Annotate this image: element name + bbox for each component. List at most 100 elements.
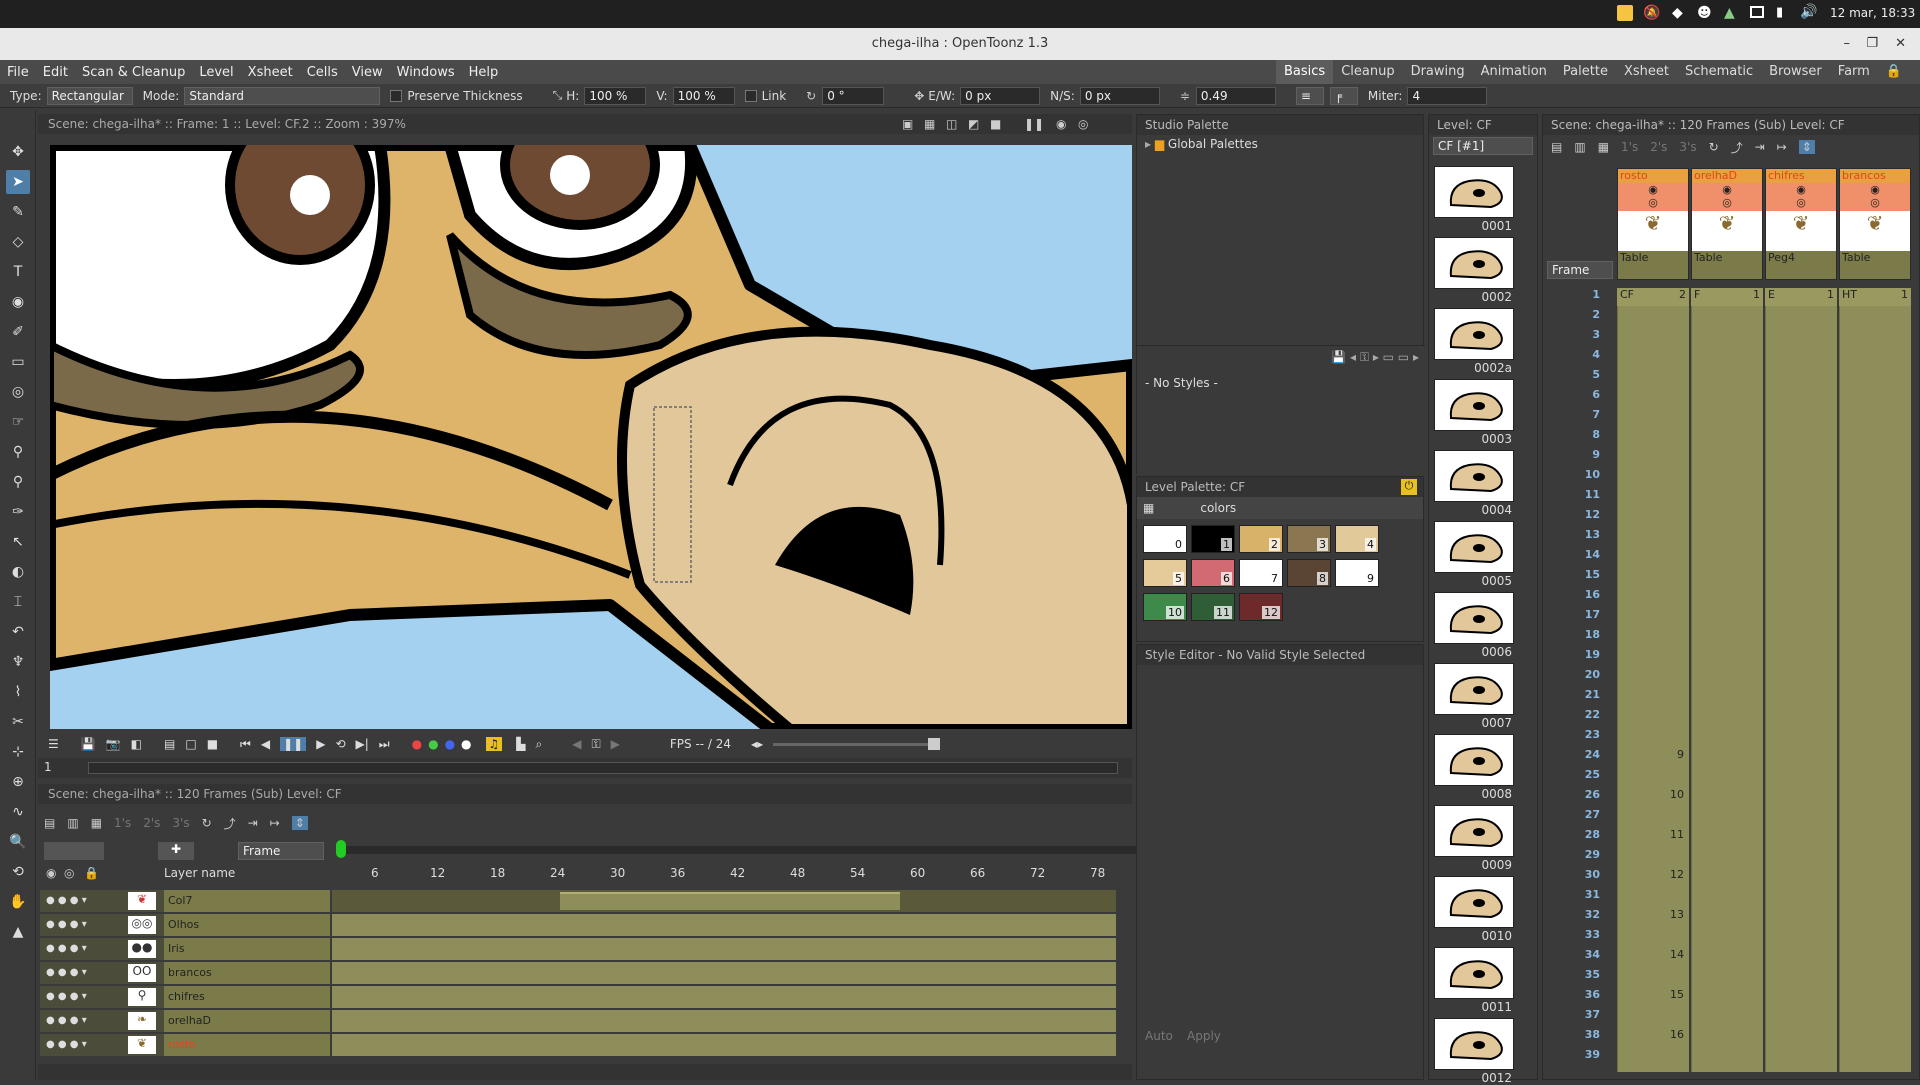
room-drawing[interactable]: Drawing (1403, 60, 1473, 84)
mode-dropdown[interactable]: Standard (184, 86, 381, 105)
layer-name[interactable]: Col7 (164, 890, 330, 912)
menu-xsheet[interactable]: Xsheet (241, 65, 300, 80)
magnet-tool-icon[interactable]: ⌶ (6, 590, 30, 614)
sub-camera-preview-icon[interactable]: ◎ (1078, 114, 1088, 134)
fill-tool-icon[interactable]: ◉ (6, 290, 30, 314)
camera-view-icon[interactable]: ■ (990, 114, 1001, 134)
xsheet-column-body[interactable] (1765, 306, 1837, 1072)
rotation-field[interactable]: 0 ° (822, 86, 885, 105)
h-scale-field[interactable]: 100 % (584, 86, 647, 105)
color-swatch[interactable]: 7 (1239, 559, 1283, 587)
join-style-dropdown[interactable]: ╒ (1329, 86, 1358, 105)
step-1-button[interactable]: 1's (1621, 140, 1638, 154)
layer-cells[interactable] (560, 892, 900, 910)
increment-icon[interactable]: ⇥ (1755, 140, 1765, 154)
iron-tool-icon[interactable]: ♆ (6, 650, 30, 674)
toggle-xsheet-timeline-icon[interactable]: ⇕ (1798, 140, 1815, 154)
frame-number[interactable]: 27 (1560, 808, 1600, 821)
layer-row[interactable]: ● ● ● ▾ OO brancos (40, 962, 1116, 984)
maximize-icon[interactable]: ❐ (1866, 28, 1878, 60)
layer-name[interactable]: brancos (164, 962, 330, 984)
menu-view[interactable]: View (345, 65, 390, 80)
animate-tool-icon[interactable]: ✥ (6, 140, 30, 164)
color-swatch[interactable]: 6 (1191, 559, 1235, 587)
grid-icon[interactable]: ▦ (1143, 501, 1154, 515)
room-cleanup[interactable]: Cleanup (1333, 60, 1402, 84)
level-frame-thumbnail[interactable] (1434, 450, 1514, 502)
color-swatch[interactable]: 11 (1191, 593, 1235, 621)
red-channel-icon[interactable]: ● (412, 737, 422, 751)
frame-number[interactable]: 23 (1560, 728, 1600, 741)
alpha-channel-icon[interactable]: ● (461, 737, 471, 751)
field-guide-icon[interactable]: ▦ (924, 114, 935, 134)
prev-frame-icon[interactable]: ◀ (261, 737, 270, 751)
step-1-button[interactable]: 1's (114, 816, 131, 830)
timeline-scrollbar[interactable] (38, 1064, 1132, 1080)
next-key-icon[interactable]: ▶ (611, 737, 620, 751)
layer-row[interactable]: ● ● ● ▾ ❦ rosto (40, 1034, 1116, 1056)
column-toggles[interactable]: ◉ ◎ (1692, 183, 1762, 211)
step-2-button[interactable]: 2's (143, 816, 160, 830)
level-frame-thumbnail[interactable] (1434, 308, 1514, 360)
xsheet-cell[interactable]: CF 2 (1617, 288, 1689, 306)
frame-number[interactable]: 34 (1560, 948, 1600, 961)
camera-stand-icon[interactable]: ◫ (946, 114, 957, 134)
camstand-toggle-all-icon[interactable]: ◎ (64, 866, 74, 880)
new-level-icon[interactable]: ▤ (1551, 140, 1562, 154)
color-swatch[interactable]: 12 (1239, 593, 1283, 621)
xsheet-cell[interactable]: E1 (1765, 288, 1837, 306)
frame-number[interactable]: 21 (1560, 688, 1600, 701)
column-toggles[interactable]: ◉ ◎ (1766, 183, 1836, 211)
frame-number[interactable]: 15 (1560, 568, 1600, 581)
step-2-button[interactable]: 2's (1650, 140, 1667, 154)
v-scale-field[interactable]: 100 % (672, 86, 735, 105)
xsheet-column-header[interactable]: chifres ◉ ◎ ❦ Peg4 (1765, 168, 1837, 280)
eraser-tool-icon[interactable]: ▭ (6, 350, 30, 374)
level-frame-thumbnail[interactable] (1434, 237, 1514, 289)
level-frame-thumbnail[interactable] (1434, 734, 1514, 786)
save-icon[interactable]: 💾 (81, 737, 96, 751)
frame-number[interactable]: 17 (1560, 608, 1600, 621)
next-frame-icon[interactable]: ▶| (356, 737, 369, 751)
reframe-icon[interactable]: ↻ (1709, 140, 1719, 154)
frame-number[interactable]: 38 (1560, 1028, 1600, 1041)
link-checkbox[interactable] (744, 89, 757, 102)
frame-number[interactable]: 6 (1560, 388, 1600, 401)
paint-brush-tool-icon[interactable]: ✐ (6, 320, 30, 344)
duplicate-icon[interactable]: ⤴ (224, 815, 236, 832)
thickness-field[interactable]: 0.49 (1195, 86, 1276, 105)
display-icon[interactable] (1750, 6, 1764, 18)
layer-track[interactable] (332, 1034, 1116, 1056)
hand-tool-icon[interactable]: ✋ (6, 890, 30, 914)
histogram-icon[interactable]: ▙ (516, 737, 525, 751)
drawing-canvas[interactable] (50, 145, 1132, 729)
new-vector-icon[interactable]: ▦ (91, 816, 102, 830)
xsheet-cell[interactable]: F1 (1691, 288, 1763, 306)
frame-number[interactable]: 14 (1560, 548, 1600, 561)
frame-number[interactable]: 8 (1560, 428, 1600, 441)
lock-icon[interactable]: 🔒 (1878, 60, 1910, 84)
layer-row[interactable]: ● ● ● ▾ ❧ orelhaD (40, 1010, 1116, 1032)
sound-icon[interactable]: ♫ (485, 737, 503, 751)
snapshot-icon[interactable]: 📷 (106, 737, 121, 751)
layer-name[interactable]: orelhaD (164, 1010, 330, 1032)
column-peg[interactable]: Table (1692, 251, 1762, 265)
cap-style-dropdown[interactable]: ≡ (1295, 86, 1324, 105)
pause-icon[interactable]: ❚❚ (280, 737, 307, 751)
play-icon[interactable]: ▶ (316, 737, 325, 751)
layer-header-toggle[interactable] (44, 842, 104, 860)
frame-slider[interactable] (88, 762, 1118, 774)
layer-name[interactable]: Iris (164, 938, 330, 960)
dropbox-icon[interactable]: ◆ (1672, 5, 1683, 21)
column-peg[interactable]: Peg4 (1766, 251, 1836, 265)
app-tray-icon[interactable]: ▲ (1724, 5, 1735, 21)
frame-number[interactable]: 9 (1560, 448, 1600, 461)
frame-number[interactable]: 36 (1560, 988, 1600, 1001)
level-frame-thumbnail[interactable] (1434, 947, 1514, 999)
compare-icon[interactable]: ◧ (131, 737, 142, 751)
preserve-thickness-checkbox[interactable] (390, 89, 403, 102)
color-swatch[interactable]: 3 (1287, 525, 1331, 553)
reframe-icon[interactable]: ↻ (202, 816, 212, 830)
frame-field[interactable]: 1 (44, 760, 52, 774)
color-swatch[interactable]: 9 (1335, 559, 1379, 587)
